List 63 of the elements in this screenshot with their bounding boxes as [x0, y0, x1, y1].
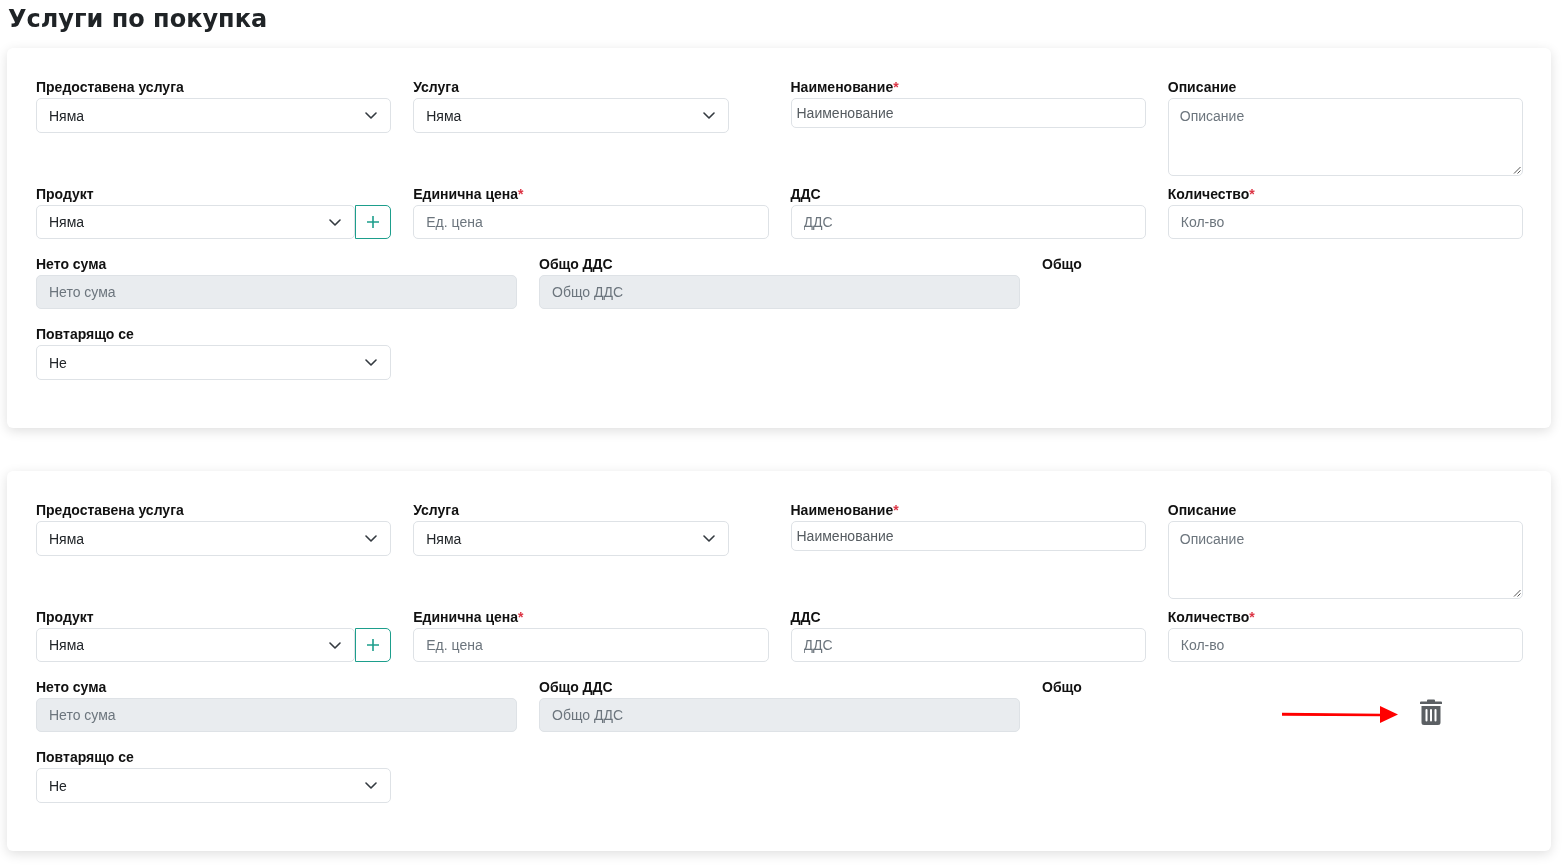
select-field[interactable]: Не [36, 345, 392, 380]
page-title: Услуги по покупка [7, 4, 269, 35]
input-field[interactable]: Наименование [790, 98, 1146, 128]
textarea-field[interactable]: Описание [1167, 98, 1523, 176]
field-label: Наименование* [790, 79, 899, 96]
field-label: Повтарящо се [36, 326, 134, 343]
chevron-down-icon [365, 359, 378, 366]
field-label: Предоставена услуга [36, 502, 184, 519]
field-label: Наименование* [790, 502, 899, 519]
input-field[interactable]: Кол-во [1167, 205, 1523, 239]
chevron-down-icon [365, 112, 378, 119]
arrow-icon [1282, 705, 1398, 723]
field-label: Количество* [1167, 609, 1255, 626]
select-field[interactable]: Няма [36, 98, 392, 133]
resize-grip-icon [1513, 589, 1521, 597]
chevron-down-icon [703, 535, 716, 542]
field-label: Нето сума [36, 679, 107, 696]
input-field[interactable]: Кол-во [1167, 628, 1523, 662]
chevron-down-icon [703, 112, 716, 119]
readonly-field[interactable]: Общо ДДС [539, 698, 1020, 732]
select-field[interactable]: Не [36, 768, 392, 803]
field-label: Общо ДДС [539, 679, 613, 696]
field-label: Повтарящо се [36, 749, 134, 766]
field-label: Общо [1042, 256, 1082, 273]
field-label: Продукт [36, 186, 94, 203]
input-field[interactable]: ДДС [790, 205, 1146, 239]
field-label: Количество* [1167, 186, 1255, 203]
select-field[interactable]: Няма [413, 521, 730, 556]
plus-icon [367, 216, 380, 228]
select-field[interactable]: Няма [36, 628, 356, 662]
input-field[interactable]: ДДС [790, 628, 1146, 662]
input-field[interactable]: Ед. цена [413, 628, 769, 662]
field-label: Нето сума [36, 256, 107, 273]
field-label: Услуга [413, 502, 459, 519]
plus-icon [367, 639, 380, 651]
field-label: Единична цена* [413, 609, 524, 626]
field-label: Единична цена* [413, 186, 524, 203]
field-label: Предоставена услуга [36, 79, 184, 96]
field-label: Описание [1167, 79, 1237, 96]
chevron-down-icon [365, 535, 378, 542]
chevron-down-icon [365, 782, 378, 789]
field-label: Описание [1167, 502, 1237, 519]
readonly-field[interactable]: Нето сума [36, 698, 517, 732]
chevron-down-icon [329, 641, 342, 649]
field-label: Продукт [36, 609, 94, 626]
select-field[interactable]: Няма [413, 98, 730, 133]
trash-icon[interactable] [1420, 699, 1442, 725]
chevron-down-icon [329, 218, 342, 226]
select-field[interactable]: Няма [36, 205, 356, 239]
add-button[interactable] [355, 628, 392, 662]
field-label: Услуга [413, 79, 459, 96]
field-label: ДДС [790, 186, 821, 203]
readonly-field[interactable]: Нето сума [36, 275, 517, 309]
resize-grip-icon [1513, 166, 1521, 174]
add-button[interactable] [355, 205, 392, 239]
input-field[interactable]: Наименование [790, 521, 1146, 551]
field-label: ДДС [790, 609, 821, 626]
field-label: Общо ДДС [539, 256, 613, 273]
field-label: Общо [1042, 679, 1082, 696]
readonly-field[interactable]: Общо ДДС [539, 275, 1020, 309]
textarea-field[interactable]: Описание [1167, 521, 1523, 599]
select-field[interactable]: Няма [36, 521, 392, 556]
input-field[interactable]: Ед. цена [413, 205, 769, 239]
